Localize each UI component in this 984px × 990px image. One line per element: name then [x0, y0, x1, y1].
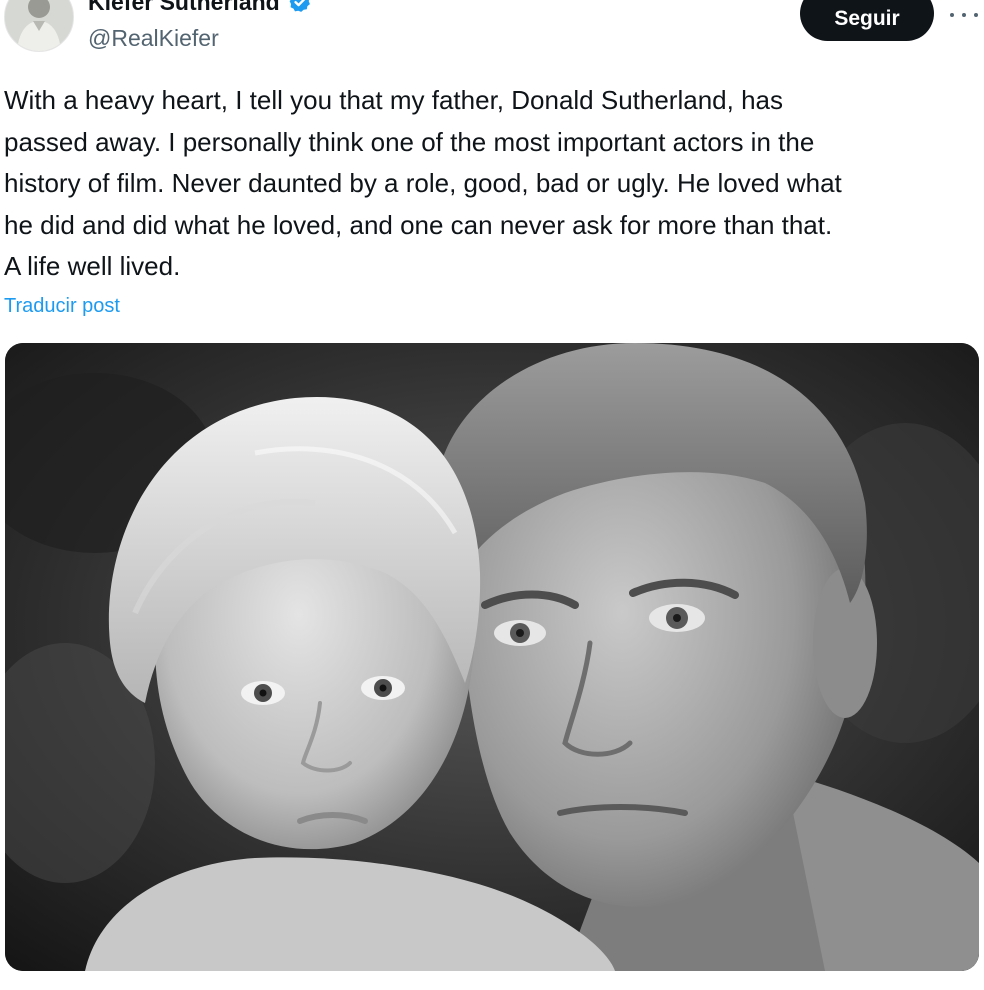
more-dot — [974, 13, 978, 17]
author-handle[interactable]: @RealKiefer — [88, 23, 219, 53]
author-display-name[interactable]: Kiefer Sutherland — [88, 0, 280, 16]
more-options-icon[interactable] — [950, 5, 978, 25]
more-dot — [962, 13, 966, 17]
post-photo[interactable] — [5, 343, 979, 971]
follow-button[interactable]: Seguir — [800, 0, 934, 41]
author-name-row[interactable]: Kiefer Sutherland — [88, 0, 312, 16]
author-avatar[interactable] — [4, 0, 74, 52]
more-dot — [950, 13, 954, 17]
verified-badge-icon — [288, 0, 312, 14]
translate-post-link[interactable]: Traducir post — [4, 292, 120, 320]
post-text: With a heavy heart, I tell you that my f… — [4, 85, 842, 281]
